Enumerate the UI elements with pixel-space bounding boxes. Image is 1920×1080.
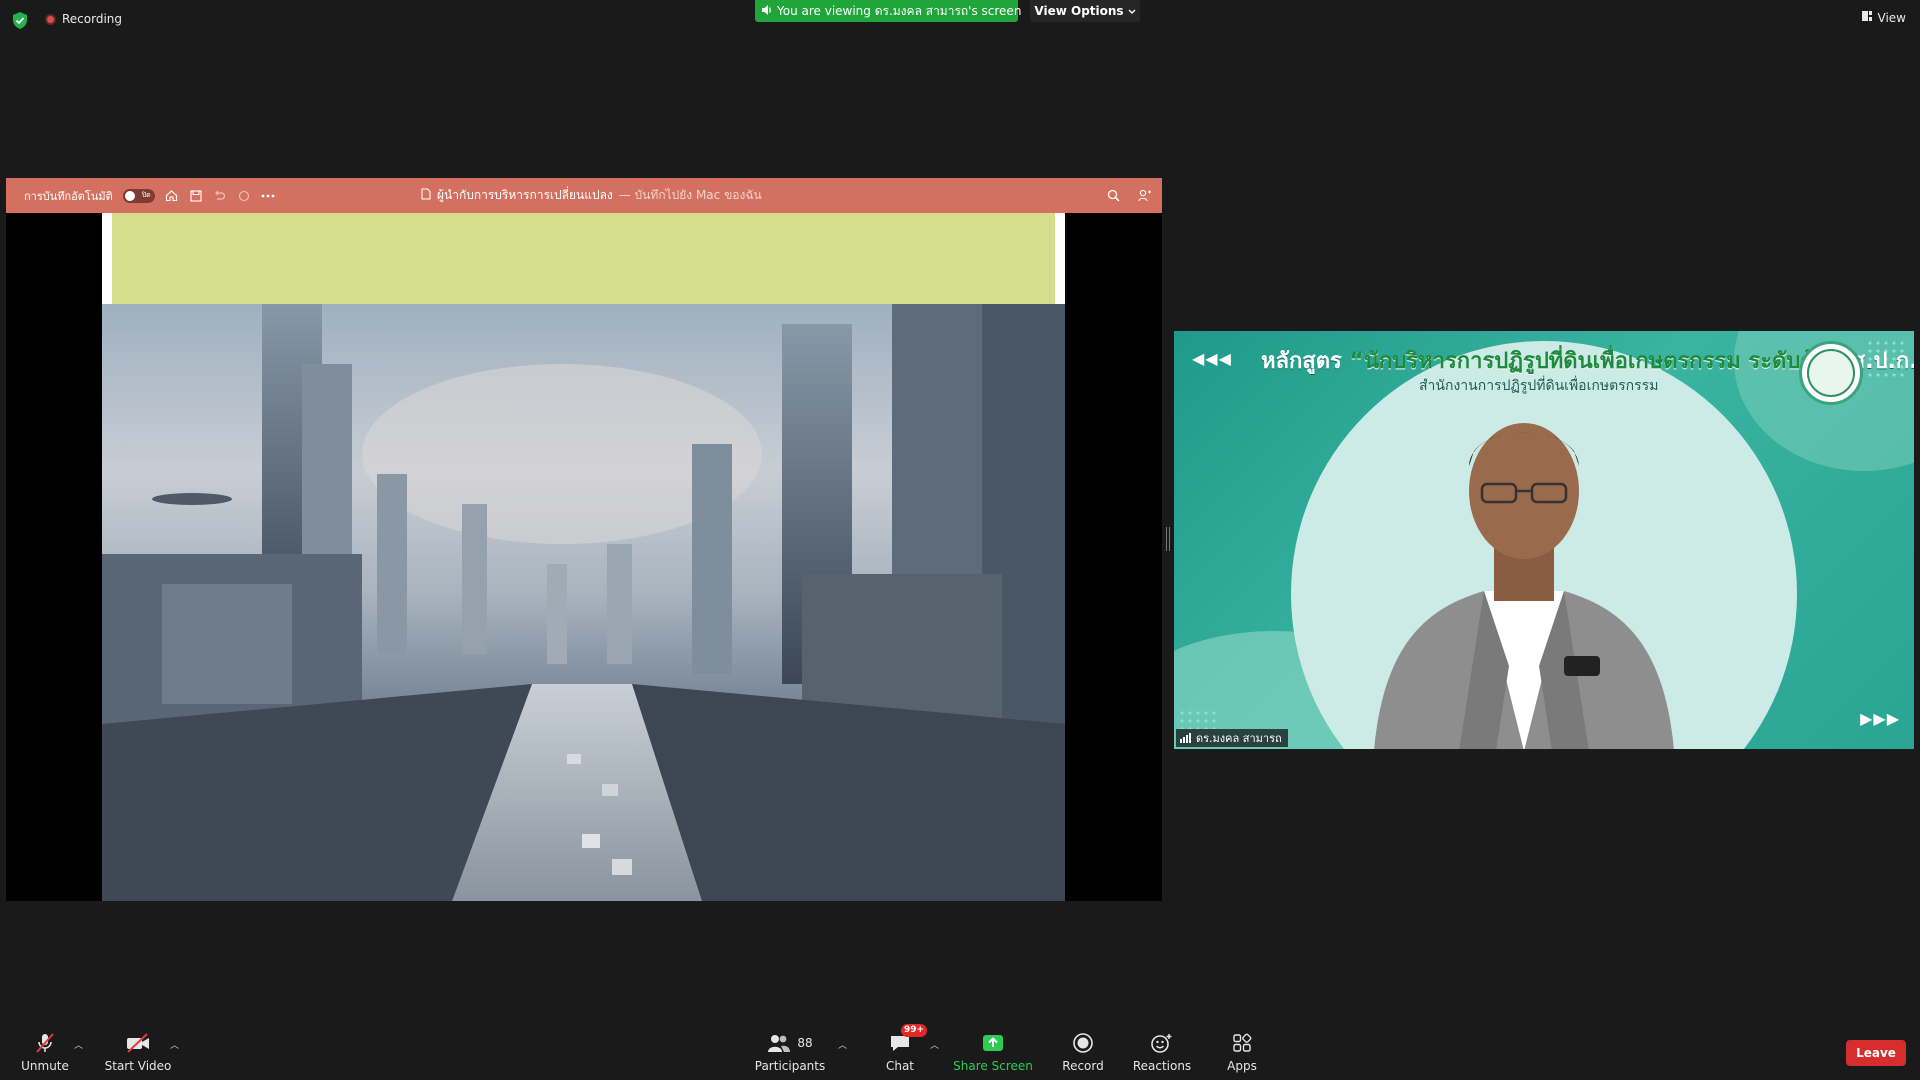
speaker-volume-icon [761,4,773,19]
autosave-toggle-state: ปิด [141,191,151,199]
reactions-smiley-icon [1150,1032,1174,1054]
participants-label: Participants [754,1059,826,1073]
participants-count: 88 [797,1036,813,1050]
share-people-icon[interactable] [1138,189,1152,203]
viewing-screen-banner: You are viewing ดร.มงคล สามารถ's screen [755,0,1022,22]
audio-options-caret-icon[interactable]: ︿ [74,1038,83,1051]
participant-name: ดร.มงคล สามารถ [1196,732,1282,745]
chat-label: Chat [885,1059,915,1073]
meeting-controls-toolbar: Unmute ︿ Start Video ︿ 88 Participants ︿… [0,1020,1920,1080]
chat-icon: 99+ [889,1024,928,1054]
apps-button[interactable]: Apps [1224,1020,1260,1080]
top-bar: Recording You are viewing ดร.มงคล สามารถ… [0,0,1920,40]
start-video-label: Start Video [104,1059,172,1073]
record-icon [1072,1032,1094,1054]
autosave-toggle[interactable]: ปิด [122,188,155,203]
arrows-left-decoration: ◀◀◀ [1192,349,1232,368]
participant-name-tag: ดร.มงคล สามารถ [1176,729,1288,747]
security-shield-icon[interactable] [12,12,28,29]
start-video-button[interactable]: Start Video [104,1020,172,1080]
participants-button[interactable]: 88 Participants [754,1020,826,1080]
view-options-label: View Options [1034,4,1124,18]
share-screen-icon [981,1032,1005,1054]
view-layout-icon [1861,10,1873,25]
powerpoint-right-tools [1106,178,1152,213]
pane-divider-handle[interactable] [1166,527,1170,551]
document-title: ผู้นำกับการบริหารการเปลี่ยนแปลง — บันทึก… [421,178,762,213]
viewing-banner-text: You are viewing ดร.มงคล สามารถ's screen [777,3,1022,18]
slide-header-band [112,213,1055,304]
decorative-dots [1178,709,1218,729]
participants-options-caret-icon[interactable]: ︿ [838,1038,847,1051]
search-icon[interactable] [1106,189,1120,203]
document-save-location: — บันทึกไปยัง Mac ของฉัน [618,188,762,202]
city-illustration [102,304,1065,901]
home-icon[interactable] [165,189,179,203]
chat-options-caret-icon[interactable]: ︿ [930,1038,939,1051]
document-icon [421,188,431,203]
autosave-label: การบันทึกอัตโนมัติ [24,189,113,203]
shared-screen[interactable]: การบันทึกอัตโนมัติ ปิด ผู้นำกับการบริหาร… [6,178,1162,901]
leave-button[interactable]: Leave [1846,1040,1906,1066]
course-name: “นักบริหารการปฏิรูปที่ดินเพื่อเกษตรกรรม … [1349,349,1845,374]
presentation-slide [102,213,1065,901]
record-button[interactable]: Record [1058,1020,1108,1080]
recording-dot-icon [45,13,56,25]
speaker-video-tile[interactable]: ◀◀◀ หลักสูตร “นักบริหารการปฏิรูปที่ดินเพ… [1174,331,1914,749]
view-options-button[interactable]: View Options [1030,0,1140,22]
reactions-button[interactable]: Reactions [1132,1020,1192,1080]
video-options-caret-icon[interactable]: ︿ [170,1038,179,1051]
chat-button[interactable]: 99+ Chat [880,1020,928,1080]
signal-strength-icon [1180,733,1191,743]
unmute-label: Unmute [21,1059,69,1073]
microphone-muted-icon [34,1032,56,1054]
document-name: ผู้นำกับการบริหารการเปลี่ยนแปลง [437,188,613,202]
reactions-label: Reactions [1132,1059,1192,1073]
participants-icon: 88 [767,1032,813,1054]
record-label: Record [1062,1059,1104,1073]
arrows-right-decoration: ▶▶▶ [1860,709,1900,728]
organization-seal-icon [1799,341,1863,405]
course-organization: สำนักงานการปฏิรูปที่ดินเพื่อเกษตรกรรม [1419,378,1659,394]
undo-icon[interactable] [213,189,227,203]
share-screen-label: Share Screen [953,1059,1033,1073]
recording-indicator[interactable]: Recording [45,12,122,26]
recording-label: Recording [62,12,123,26]
video-off-icon [125,1032,151,1054]
apps-icon [1232,1032,1252,1054]
speaker-person [1374,423,1674,749]
course-prefix: หลักสูตร [1261,349,1342,374]
futuristic-city-image [102,304,1065,901]
redo-icon[interactable] [237,189,251,203]
powerpoint-quick-access: การบันทึกอัตโนมัติ ปิด [24,178,275,213]
chat-unread-badge: 99+ [901,1024,928,1037]
zoom-meeting-window: Recording You are viewing ดร.มงคล สามารถ… [0,0,1920,1080]
save-icon[interactable] [189,189,203,203]
powerpoint-title-bar: การบันทึกอัตโนมัติ ปิด ผู้นำกับการบริหาร… [6,178,1162,213]
more-options-icon[interactable] [261,189,275,203]
view-label: View [1877,10,1906,25]
apps-label: Apps [1227,1059,1257,1073]
view-button[interactable]: View [1861,10,1906,25]
unmute-button[interactable]: Unmute [20,1020,70,1080]
share-screen-button[interactable]: Share Screen [953,1020,1033,1080]
chevron-down-icon [1128,4,1136,18]
